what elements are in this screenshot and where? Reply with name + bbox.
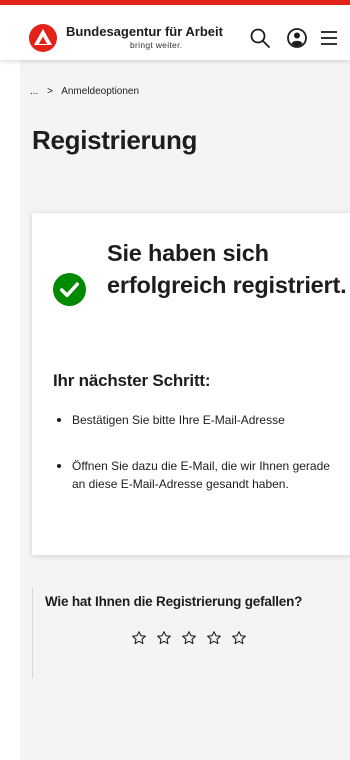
breadcrumb-current: Anmeldeoptionen	[61, 86, 140, 97]
next-step-list: Bestätigen Sie bitte Ihre E-Mail-Adresse…	[54, 411, 344, 493]
brand-name[interactable]: Bundesagentur für Arbeit	[66, 24, 223, 39]
list-item: Öffnen Sie dazu die E-Mail, die wir Ihne…	[54, 457, 344, 493]
page-title: Registrierung	[32, 125, 198, 155]
breadcrumb-separator: >	[47, 86, 53, 97]
success-card: Sie haben sich erfolgreich registriert. …	[32, 213, 350, 555]
site-header: Bundesagentur für Arbeit bringt weiter.	[0, 5, 350, 60]
star-icon[interactable]	[181, 630, 197, 646]
search-icon[interactable]	[249, 27, 271, 49]
list-item: Bestätigen Sie bitte Ihre E-Mail-Adresse	[54, 411, 344, 429]
breadcrumb-ellipsis[interactable]: ...	[30, 86, 38, 97]
main-content: ... > Anmeldeoptionen Registrierung Sie …	[20, 60, 350, 760]
star-icon[interactable]	[156, 630, 172, 646]
account-icon[interactable]	[286, 27, 308, 49]
star-icon[interactable]	[131, 630, 147, 646]
feedback-section: Wie hat Ihnen die Registrierung gefallen…	[32, 588, 350, 678]
star-rating	[131, 630, 247, 646]
star-icon[interactable]	[206, 630, 222, 646]
star-icon[interactable]	[231, 630, 247, 646]
check-circle-icon	[52, 272, 87, 307]
logo-icon[interactable]	[28, 23, 58, 53]
feedback-question: Wie hat Ihnen die Registrierung gefallen…	[45, 594, 303, 609]
next-step-heading: Ihr nächster Schritt:	[53, 371, 211, 390]
success-message: Sie haben sich erfolgreich registriert.	[107, 240, 347, 298]
breadcrumb: ... > Anmeldeoptionen	[30, 86, 145, 97]
menu-icon[interactable]	[318, 27, 340, 49]
brand-tagline: bringt weiter.	[130, 40, 183, 50]
